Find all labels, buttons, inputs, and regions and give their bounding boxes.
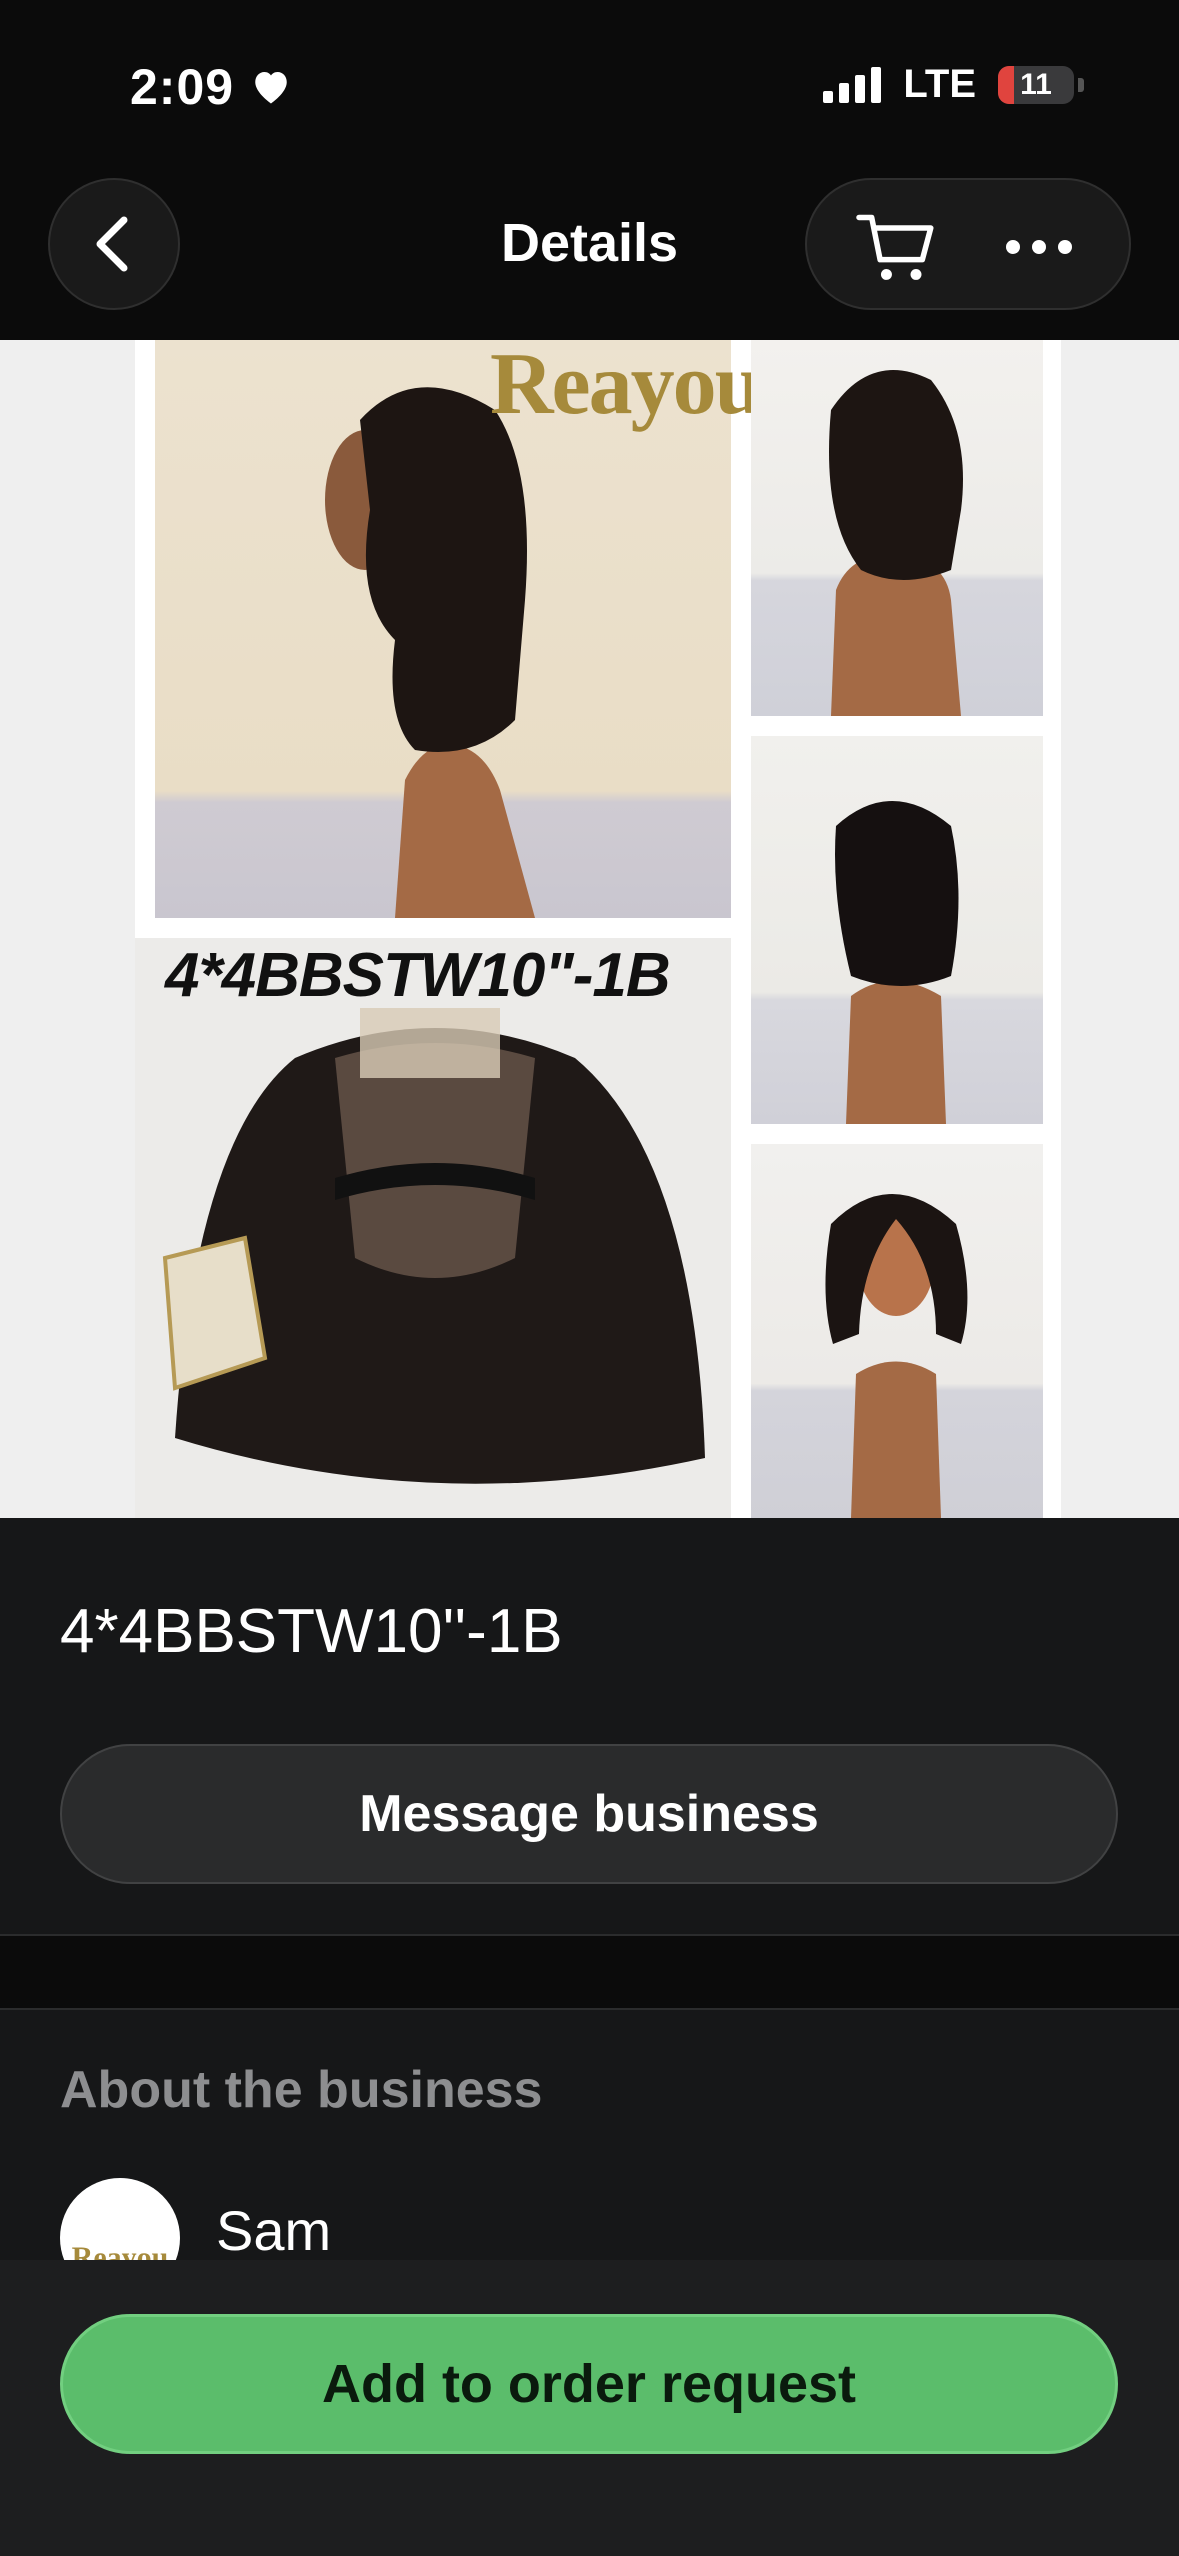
heart-icon [250, 66, 292, 111]
battery-tip [1078, 77, 1084, 92]
cart-button[interactable] [837, 202, 957, 292]
section-divider [0, 1934, 1179, 2010]
photo-side-view [751, 340, 1043, 716]
battery-level: 11 [1020, 67, 1052, 101]
business-name[interactable]: Sam [216, 2198, 331, 2260]
product-image[interactable]: Reayou 4*4BBSTW10"-1B [0, 340, 1179, 1518]
cart-icon [856, 214, 934, 280]
photo-cap-interior [135, 938, 731, 1518]
more-dot [1032, 240, 1046, 254]
avatar-logo: Reayou [71, 2241, 169, 2260]
battery-icon: 11 [998, 65, 1074, 104]
add-to-order-request-button[interactable]: Add to order request [60, 2314, 1118, 2454]
brand-logo-text: Reayou [490, 340, 764, 433]
bottom-action-bar: Add to order request [0, 2260, 1179, 2556]
status-bar: 2:09 LTE 11 [0, 0, 1179, 160]
product-details: 4*4BBSTW10''-1B Message business [0, 1518, 1179, 1934]
photo-back-view [751, 736, 1043, 1124]
signal-icon [823, 66, 882, 103]
network-label: LTE [903, 62, 976, 106]
message-business-button[interactable]: Message business [60, 1744, 1118, 1884]
photo-front-view [751, 1144, 1043, 1518]
more-dot [1006, 240, 1020, 254]
section-heading: About the business [60, 2061, 543, 2119]
navigation-bar: Details [0, 160, 1179, 340]
status-time: 2:09 [130, 59, 235, 115]
status-indicators: LTE 11 [823, 62, 1084, 107]
more-dot [1058, 240, 1072, 254]
product-collage: Reayou 4*4BBSTW10"-1B [135, 340, 1061, 1518]
about-business-section: About the business Reayou Sam [0, 2010, 1179, 2260]
nav-actions [805, 178, 1131, 310]
product-code-overlay: 4*4BBSTW10"-1B [165, 941, 671, 1010]
brand-logo: Reayou [490, 340, 764, 435]
product-title: 4*4BBSTW10''-1B [60, 1597, 563, 1666]
business-avatar[interactable]: Reayou [60, 2178, 180, 2260]
more-button[interactable] [979, 202, 1099, 292]
